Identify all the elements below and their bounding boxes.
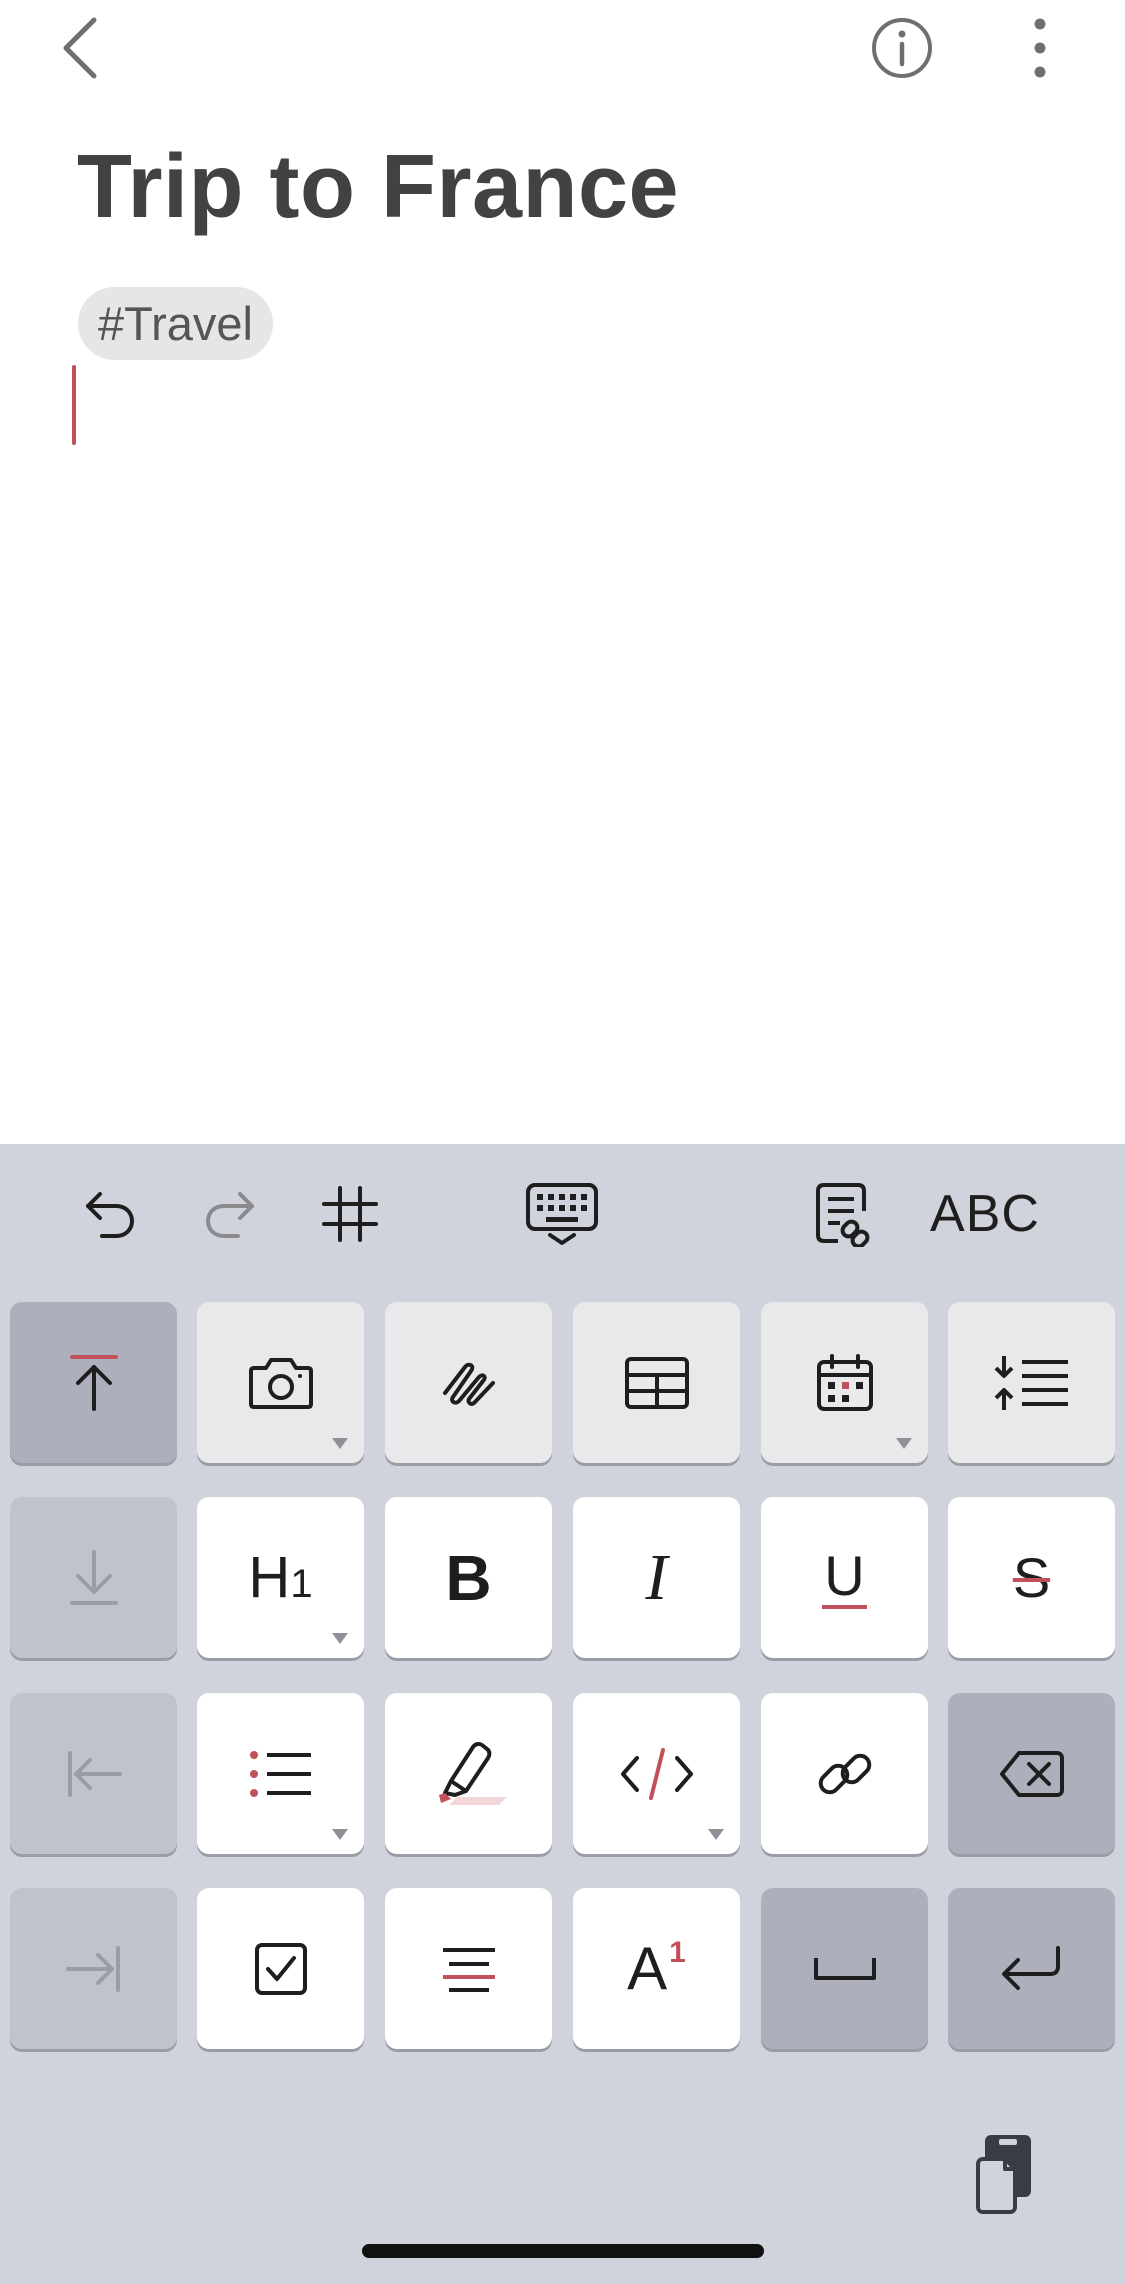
more-options-button[interactable]	[1000, 10, 1080, 86]
link-key[interactable]	[761, 1693, 928, 1854]
align-key[interactable]	[385, 1888, 552, 2049]
tag-chip[interactable]: #Travel	[78, 287, 273, 360]
table-icon	[624, 1356, 689, 1409]
checkbox-key[interactable]	[197, 1888, 364, 2049]
delete-key[interactable]	[948, 1693, 1115, 1854]
line-spacing-key[interactable]	[948, 1302, 1115, 1463]
dropdown-indicator	[332, 1438, 348, 1449]
highlighter-icon	[438, 1741, 507, 1805]
font-size-label: A	[627, 1935, 668, 2002]
clipboard-button[interactable]	[960, 2124, 1040, 2224]
undo-icon	[86, 1192, 135, 1238]
dropdown-indicator	[896, 1438, 912, 1449]
date-key[interactable]	[761, 1302, 928, 1463]
outdent-key[interactable]	[10, 1693, 177, 1854]
space-key[interactable]	[761, 1888, 928, 2049]
drawing-key[interactable]	[385, 1302, 552, 1463]
align-center-icon	[442, 1947, 495, 1992]
camera-key[interactable]	[197, 1302, 364, 1463]
bold-label: B	[445, 1541, 492, 1614]
abc-button[interactable]: ABC	[925, 1174, 1045, 1254]
keyboard-icon	[526, 1183, 598, 1245]
note-link-icon	[816, 1183, 870, 1247]
table-key[interactable]	[573, 1302, 740, 1463]
font-size-superscript: 1	[669, 1936, 686, 1969]
abc-label: ABC	[930, 1185, 1040, 1243]
italic-label: I	[645, 1540, 668, 1614]
info-icon	[872, 18, 932, 78]
redo-icon	[205, 1192, 254, 1238]
move-to-bottom-key[interactable]	[10, 1497, 177, 1658]
highlight-key[interactable]	[385, 1693, 552, 1854]
italic-key[interactable]: I	[573, 1497, 740, 1658]
back-button[interactable]	[50, 10, 110, 86]
calendar-icon	[816, 1353, 873, 1411]
hashtag-button[interactable]	[312, 1174, 388, 1254]
clipboard-icon	[976, 2135, 1031, 2214]
scribble-icon	[442, 1362, 495, 1406]
move-to-top-key[interactable]	[10, 1302, 177, 1463]
heading-level-digit: 1	[290, 1562, 313, 1606]
bullet-list-icon	[249, 1750, 311, 1797]
keyboard-toolbar: ABC	[0, 1144, 1125, 1274]
dropdown-indicator	[332, 1829, 348, 1840]
dropdown-indicator	[708, 1829, 724, 1840]
space-icon	[813, 1957, 876, 1980]
redo-button[interactable]	[192, 1174, 268, 1254]
strikethrough-label: S	[1012, 1546, 1051, 1609]
heading-label: H1	[248, 1545, 313, 1610]
link-icon	[818, 1753, 871, 1794]
return-icon	[1001, 1945, 1060, 1990]
formatting-keyboard: ABC H1 B I U S A 1	[0, 1144, 1125, 2284]
underline-label: U	[822, 1543, 867, 1609]
outdent-icon	[67, 1750, 122, 1797]
chevron-left-icon	[63, 17, 97, 79]
bold-key[interactable]: B	[385, 1497, 552, 1658]
dropdown-indicator	[332, 1633, 348, 1644]
hashtag-icon	[322, 1186, 378, 1242]
camera-icon	[248, 1357, 313, 1409]
note-link-button[interactable]	[808, 1174, 884, 1254]
info-button[interactable]	[860, 10, 944, 86]
checkbox-icon	[254, 1942, 307, 1995]
bullet-list-key[interactable]	[197, 1693, 364, 1854]
top-bar	[0, 0, 1125, 100]
strikethrough-key[interactable]: S	[948, 1497, 1115, 1658]
underline-key[interactable]: U	[761, 1497, 928, 1658]
code-icon	[620, 1747, 693, 1800]
arrow-to-bottom-icon	[69, 1549, 118, 1605]
backspace-icon	[999, 1750, 1064, 1797]
return-key[interactable]	[948, 1888, 1115, 2049]
line-spacing-icon	[994, 1355, 1068, 1410]
arrow-to-top-icon	[69, 1354, 118, 1411]
note-title[interactable]: Trip to France	[77, 136, 679, 239]
heading-key[interactable]: H1	[197, 1497, 364, 1658]
undo-button[interactable]	[72, 1174, 148, 1254]
code-key[interactable]	[573, 1693, 740, 1854]
text-cursor	[72, 365, 76, 445]
font-size-key[interactable]: A 1	[573, 1888, 740, 2049]
hide-keyboard-button[interactable]	[520, 1174, 604, 1254]
home-indicator	[362, 2244, 764, 2258]
more-vertical-icon	[1034, 18, 1046, 78]
indent-icon	[65, 1945, 120, 1992]
indent-key[interactable]	[10, 1888, 177, 2049]
